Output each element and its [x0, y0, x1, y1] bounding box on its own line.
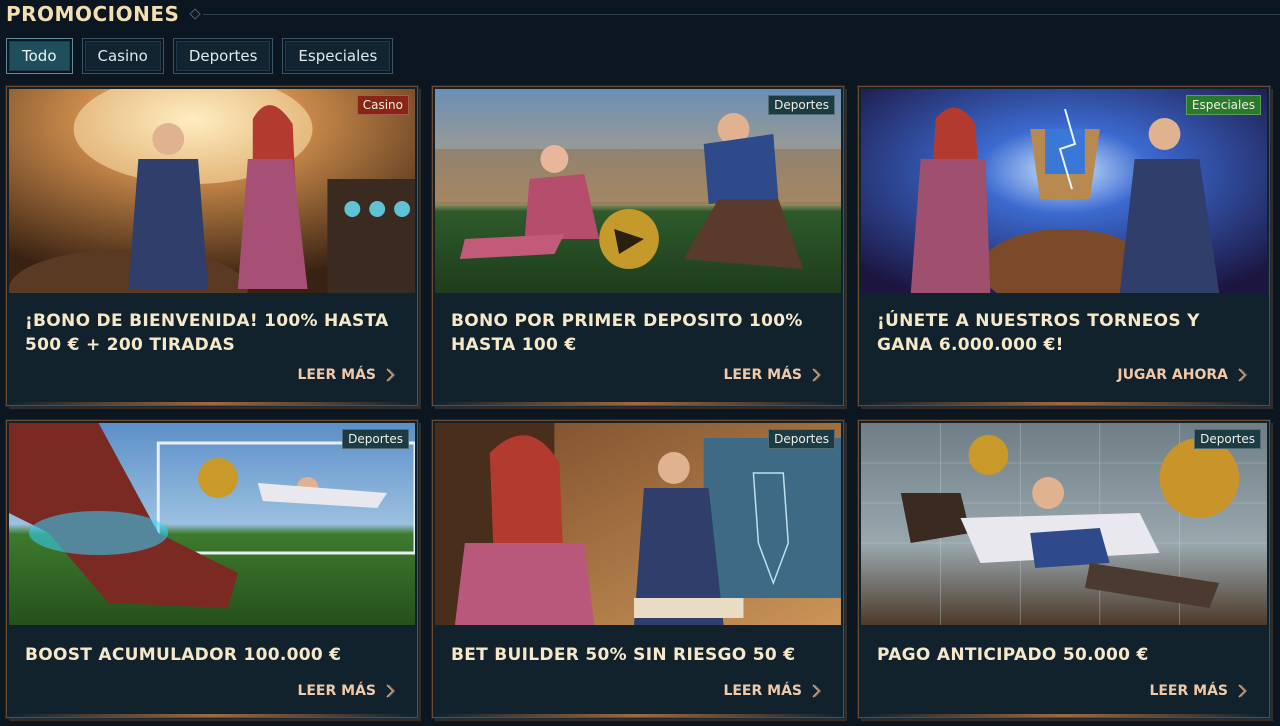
cta-label: LEER MÁS: [723, 367, 802, 383]
filter-tab-casino[interactable]: Casino: [81, 38, 164, 74]
promo-title: ¡ÚNETE A NUESTROS TORNEOS Y GANA 6.000.0…: [877, 311, 1200, 355]
chevron-right-icon: [386, 368, 395, 382]
page-header: PROMOCIONES: [6, 0, 1280, 28]
filter-tab-especiales[interactable]: Especiales: [282, 38, 394, 74]
filter-tab-todo[interactable]: Todo: [6, 38, 73, 74]
promo-image-specials: [861, 89, 1267, 293]
chevron-right-icon: [812, 368, 821, 382]
chevron-right-icon: [1238, 368, 1247, 382]
cta-label: JUGAR AHORA: [1117, 367, 1228, 383]
promo-card-accumulator-boost[interactable]: Deportes BOOST ACUMULADOR 100.000 € LEER…: [6, 420, 418, 718]
read-more-link[interactable]: LEER MÁS: [1149, 683, 1247, 699]
diamond-icon: [189, 8, 202, 20]
category-badge: Deportes: [1194, 429, 1261, 449]
read-more-link[interactable]: LEER MÁS: [297, 367, 395, 383]
category-badge: Casino: [356, 95, 409, 115]
read-more-link[interactable]: LEER MÁS: [297, 683, 395, 699]
read-more-link[interactable]: LEER MÁS: [723, 683, 821, 699]
promo-title: BET BUILDER 50% SIN RIESGO 50 €: [451, 645, 796, 665]
filter-tab-deportes[interactable]: Deportes: [172, 38, 274, 74]
chevron-right-icon: [386, 684, 395, 698]
promo-title: ¡BONO DE BIENVENIDA! 100% HASTA 500 € + …: [25, 311, 389, 355]
chevron-right-icon: [1238, 684, 1247, 698]
promo-image-sports: [435, 423, 841, 625]
promo-card-welcome-bonus[interactable]: Casino ¡BONO DE BIENVENIDA! 100% HASTA 5…: [6, 86, 418, 406]
promo-title: PAGO ANTICIPADO 50.000 €: [877, 645, 1149, 665]
promo-image-casino: [9, 89, 415, 293]
promotions-grid: Casino ¡BONO DE BIENVENIDA! 100% HASTA 5…: [6, 86, 1270, 718]
promo-image-sports: [9, 423, 415, 625]
promo-image-sports: [435, 89, 841, 293]
category-badge: Especiales: [1185, 95, 1261, 115]
promo-card-tournaments[interactable]: Especiales ¡ÚNETE A NUESTROS TORNEOS Y G…: [858, 86, 1270, 406]
cta-label: LEER MÁS: [1149, 683, 1228, 699]
promo-card-bet-builder[interactable]: Deportes BET BUILDER 50% SIN RIESGO 50 €…: [432, 420, 844, 718]
cta-label: LEER MÁS: [723, 683, 802, 699]
chevron-right-icon: [812, 684, 821, 698]
filter-tabs: Todo Casino Deportes Especiales: [6, 38, 394, 74]
category-badge: Deportes: [768, 429, 835, 449]
cta-label: LEER MÁS: [297, 367, 376, 383]
category-badge: Deportes: [342, 429, 409, 449]
cta-label: LEER MÁS: [297, 683, 376, 699]
promo-title: BOOST ACUMULADOR 100.000 €: [25, 645, 342, 665]
play-now-link[interactable]: JUGAR AHORA: [1117, 367, 1247, 383]
promo-image-sports: [861, 423, 1267, 625]
page-title: PROMOCIONES: [6, 2, 180, 26]
read-more-link[interactable]: LEER MÁS: [723, 367, 821, 383]
promo-title: BONO POR PRIMER DEPOSITO 100% HASTA 100 …: [451, 311, 803, 355]
category-badge: Deportes: [768, 95, 835, 115]
promo-card-early-payout[interactable]: Deportes PAGO ANTICIPADO 50.000 € LEER M…: [858, 420, 1270, 718]
title-divider: [189, 8, 1280, 20]
promo-card-first-deposit[interactable]: Deportes BONO POR PRIMER DEPOSITO 100% H…: [432, 86, 844, 406]
